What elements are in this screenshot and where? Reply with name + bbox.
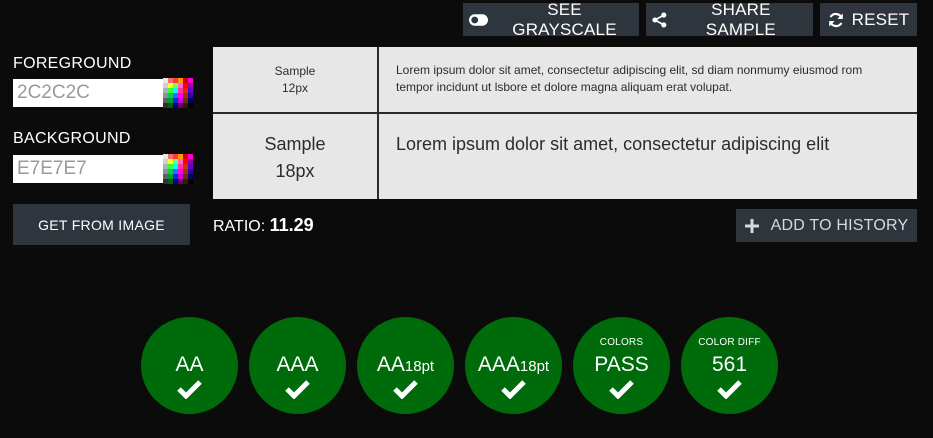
add-to-history-label: ADD TO HISTORY bbox=[770, 216, 909, 234]
aa-label: AA bbox=[175, 353, 204, 376]
sample-preview: Sample 12px Lorem ipsum dolor sit amet, … bbox=[213, 47, 917, 199]
foreground-palette-icon[interactable] bbox=[163, 78, 193, 108]
aa-18pt-result-badge: AA18pt bbox=[357, 317, 454, 414]
sample-18px-title: Sample bbox=[264, 134, 326, 154]
aa-18pt-label: AA18pt bbox=[376, 353, 435, 376]
toggle-icon bbox=[469, 13, 489, 26]
sample-18px-text: Lorem ipsum dolor sit amet, consectetur … bbox=[396, 134, 830, 154]
ratio-value: 11.29 bbox=[269, 215, 314, 235]
aaa-result-badge: AAA bbox=[249, 317, 346, 414]
sample-12px-text: Lorem ipsum dolor sit amet, consectetur … bbox=[379, 47, 917, 114]
sample-18px-size: 18px bbox=[275, 161, 315, 181]
check-icon bbox=[177, 380, 202, 399]
ratio-label: RATIO: bbox=[213, 218, 266, 235]
check-icon bbox=[717, 380, 742, 399]
aa-result-badge: AA bbox=[141, 317, 238, 414]
check-icon bbox=[501, 380, 526, 399]
see-grayscale-label: SEE GRAYSCALE bbox=[512, 0, 617, 39]
plus-icon bbox=[744, 218, 759, 233]
aaa-18pt-label: AAA18pt bbox=[477, 353, 550, 376]
sample-18px-header: Sample 18px bbox=[213, 114, 379, 199]
sample-12px-size: 12px bbox=[281, 81, 309, 95]
color-diff-result-badge: COLOR DIFF 561 bbox=[681, 317, 778, 414]
foreground-label: FOREGROUND bbox=[13, 55, 132, 72]
background-label: BACKGROUND bbox=[13, 130, 131, 147]
get-from-image-button[interactable]: GET FROM IMAGE bbox=[13, 204, 190, 245]
see-grayscale-button[interactable]: SEE GRAYSCALE bbox=[463, 0, 639, 39]
aaa-18pt-result-badge: AAA18pt bbox=[465, 317, 562, 414]
color-diff-value: 561 bbox=[711, 353, 748, 376]
share-icon bbox=[652, 12, 667, 27]
background-palette-icon[interactable] bbox=[163, 154, 193, 184]
sample-12px-title: Sample bbox=[274, 64, 316, 78]
contrast-ratio: RATIO: 11.29 bbox=[213, 215, 314, 236]
colors-result-badge: COLORS PASS bbox=[573, 317, 670, 414]
aaa-label: AAA bbox=[276, 353, 319, 376]
background-color-input[interactable] bbox=[13, 155, 163, 183]
check-icon bbox=[285, 380, 310, 399]
color-diff-caption: COLOR DIFF bbox=[698, 337, 761, 348]
reset-button[interactable]: RESET bbox=[820, 3, 917, 36]
foreground-color-input[interactable] bbox=[13, 79, 163, 107]
refresh-icon bbox=[828, 12, 843, 27]
colors-caption: COLORS bbox=[599, 337, 644, 348]
share-sample-label: SHARE SAMPLE bbox=[705, 0, 776, 39]
check-icon bbox=[609, 380, 634, 399]
add-to-history-button[interactable]: ADD TO HISTORY bbox=[736, 209, 917, 242]
colors-status: PASS bbox=[594, 353, 649, 376]
reset-label: RESET bbox=[851, 9, 910, 29]
share-sample-button[interactable]: SHARE SAMPLE bbox=[646, 0, 813, 39]
check-icon bbox=[393, 380, 418, 399]
sample-12px-header: Sample 12px bbox=[213, 47, 379, 114]
